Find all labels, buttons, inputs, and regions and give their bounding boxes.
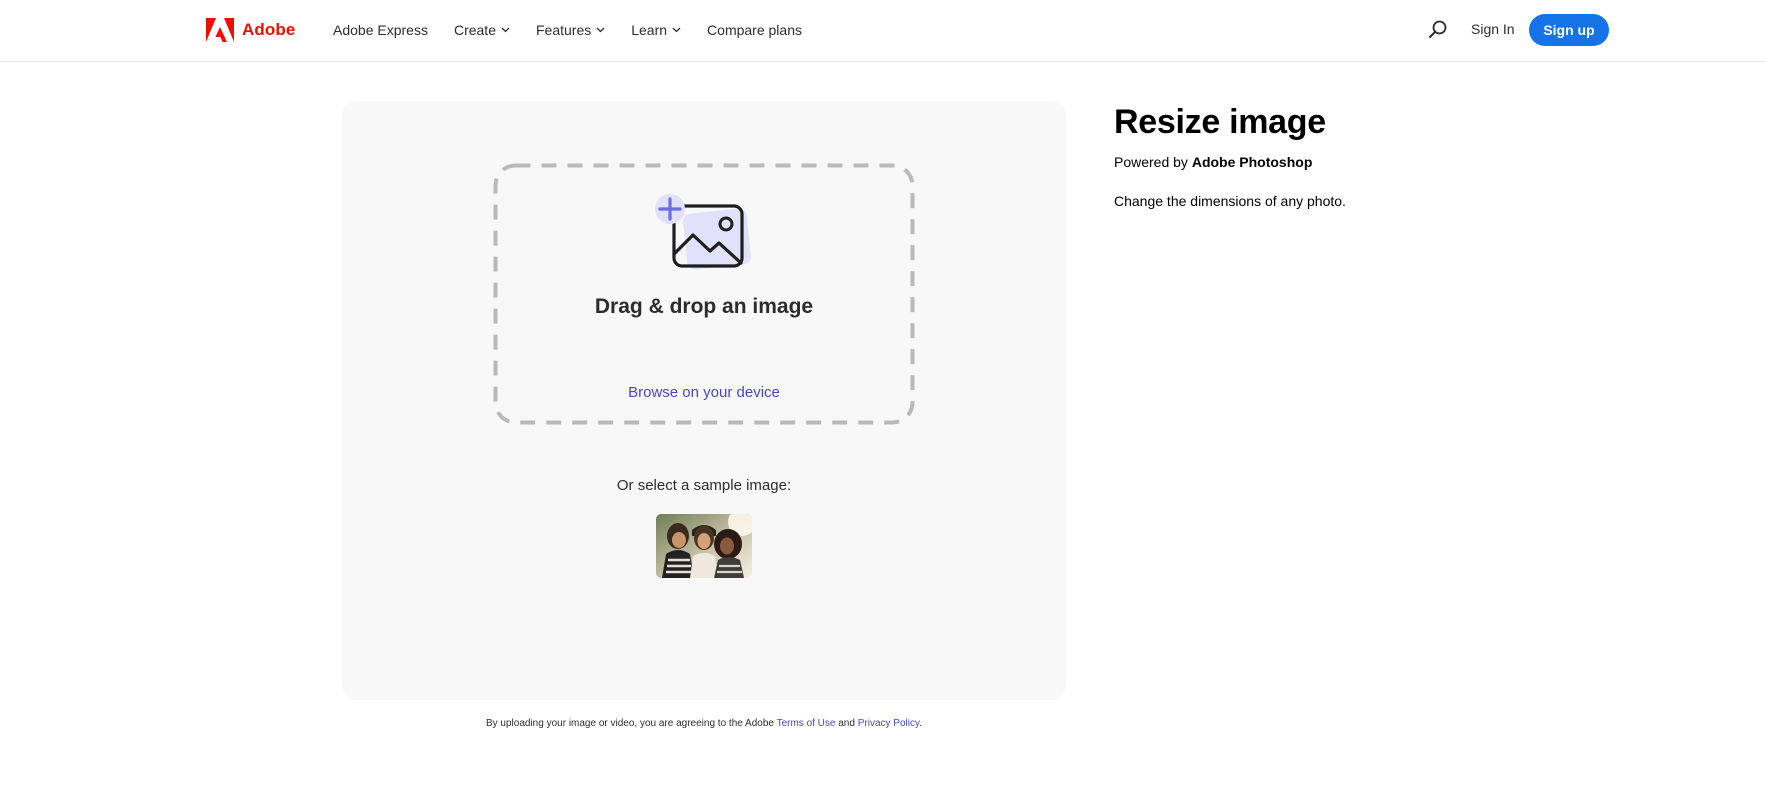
nav-adobe-express-label: Adobe Express xyxy=(333,22,428,38)
sign-in-link[interactable]: Sign In xyxy=(1471,21,1515,37)
adobe-logo-text: Adobe xyxy=(242,20,296,39)
adobe-logo-icon xyxy=(206,18,234,42)
top-nav-bar: Adobe Adobe Express Create Features Lear… xyxy=(0,0,1766,62)
privacy-policy-link[interactable]: Privacy Policy xyxy=(858,718,920,729)
sample-image-thumbnail[interactable] xyxy=(656,514,752,578)
nav-learn-label: Learn xyxy=(631,22,668,38)
search-icon xyxy=(1429,20,1447,38)
nav-compare-plans-label: Compare plans xyxy=(707,22,802,38)
powered-by-product: Adobe Photoshop xyxy=(1191,154,1313,170)
terms-of-use-link[interactable]: Terms of Use xyxy=(777,718,836,729)
nav-compare-plans[interactable]: Compare plans xyxy=(707,22,802,38)
browse-device-link[interactable]: Browse on your device xyxy=(342,384,1066,401)
sample-photo-image xyxy=(656,514,752,578)
upload-panel: Drag & drop an image Browse on your devi… xyxy=(342,101,1066,700)
nav-features-label: Features xyxy=(535,22,592,38)
chevron-down-icon xyxy=(501,27,510,33)
disclaimer-prefix: By uploading your image or video, you ar… xyxy=(485,718,777,729)
add-image-icon xyxy=(655,194,751,270)
sign-up-button[interactable]: Sign up xyxy=(1529,14,1609,46)
nav-create-label: Create xyxy=(453,22,496,38)
dropzone-title: Drag & drop an image xyxy=(594,295,814,318)
main-nav: Adobe Express Create Features Learn Comp… xyxy=(333,0,828,60)
sample-image-label: Or select a sample image: xyxy=(616,477,792,494)
chevron-down-icon xyxy=(672,27,681,33)
nav-adobe-express[interactable]: Adobe Express xyxy=(333,22,428,38)
chevron-down-icon xyxy=(596,27,605,33)
nav-features[interactable]: Features xyxy=(536,22,605,38)
nav-create[interactable]: Create xyxy=(454,22,510,38)
nav-learn[interactable]: Learn xyxy=(631,22,681,38)
upload-disclaimer: By uploading your image or video, you ar… xyxy=(342,718,1066,729)
search-button[interactable] xyxy=(1427,19,1449,41)
adobe-logo-link[interactable]: Adobe xyxy=(206,18,295,42)
page-title: Resize image xyxy=(1114,103,1326,141)
disclaimer-suffix: . xyxy=(919,718,922,729)
page-description: Change the dimensions of any photo. xyxy=(1114,193,1346,209)
disclaimer-and: and xyxy=(835,718,858,729)
powered-by-prefix: Powered by xyxy=(1114,154,1192,170)
powered-by-text: Powered by Adobe Photoshop xyxy=(1114,154,1312,170)
